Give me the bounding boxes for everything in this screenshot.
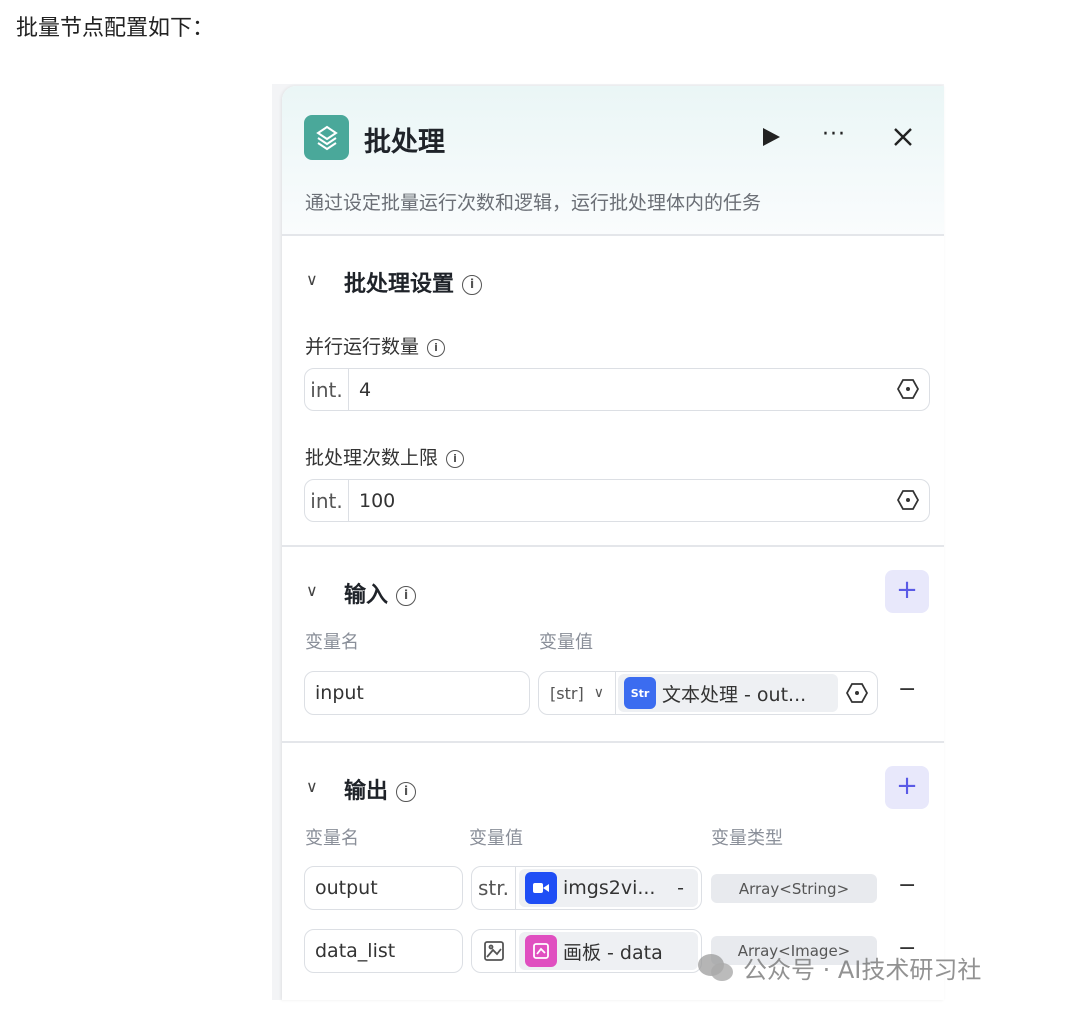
layers-icon [304,115,349,160]
info-icon[interactable]: i [427,338,446,357]
source-chip[interactable]: imgs2vi... - [519,869,698,907]
type-label: [str] [550,683,584,703]
output-title: 输出 [344,779,389,804]
info-icon[interactable]: i [446,449,465,468]
limit-label: 批处理次数上限 i [305,443,465,470]
divider [282,741,944,743]
output-section-title[interactable]: 输出 i [344,773,417,805]
chevron-down-icon[interactable]: ∨ [306,581,318,600]
output-name-field[interactable]: output [304,866,463,910]
parallel-count-input[interactable]: int. 4 [304,368,930,411]
limit-value[interactable]: 100 [349,480,897,521]
input-section-title[interactable]: 输入 i [344,577,417,609]
input-name-field[interactable]: input [304,671,530,715]
source-label: imgs2vi... [563,877,656,899]
wechat-icon [698,953,733,981]
source-suffix: - [677,877,684,899]
parallel-value[interactable]: 4 [349,369,897,410]
output-value-field[interactable]: str. imgs2vi... - [471,866,702,910]
add-output-button[interactable]: + [885,766,929,809]
settings-title: 批处理设置 [344,272,455,297]
type-prefix: int. [305,480,349,521]
limit-label-text: 批处理次数上限 [305,447,439,469]
plugin-icon: Str [624,677,656,709]
batch-limit-input[interactable]: int. 100 [304,479,930,522]
variable-hex-icon[interactable] [846,682,868,704]
divider [282,545,944,547]
output-name-field[interactable]: data_list [304,929,463,973]
variable-hex-icon[interactable] [897,378,919,400]
info-icon[interactable]: i [396,586,417,606]
video-icon [525,872,557,904]
parallel-label-text: 并行运行数量 [305,336,420,358]
input-title: 输入 [344,583,389,608]
settings-section-title[interactable]: 批处理设置 i [344,266,483,298]
variable-hex-icon[interactable] [897,489,919,511]
column-header-name: 变量名 [305,828,359,849]
image-type-icon [472,930,516,972]
chevron-down-icon: ∨ [593,685,604,701]
variable-type-badge: Array<String> [711,874,877,903]
intro-text: 批量节点配置如下： [16,16,215,41]
watermark: 公众号 · AI技术研习社 [697,950,981,985]
remove-output-button[interactable]: − [898,873,916,898]
source-label: 画板 - data [563,941,663,964]
source-chip[interactable]: 画板 - data [519,932,698,970]
column-header-value: 变量值 [539,632,593,653]
panel-title: 批处理 [364,127,445,158]
column-header-value: 变量值 [469,828,523,849]
type-prefix: int. [305,369,349,410]
canvas-icon [525,935,557,967]
add-input-button[interactable]: + [885,570,929,613]
type-select[interactable]: [str] ∨ [539,672,616,714]
column-header-type: 变量类型 [711,828,783,849]
type-prefix: str. [472,867,516,909]
parallel-label: 并行运行数量 i [305,332,446,359]
watermark-text: 公众号 · AI技术研习社 [743,956,982,984]
divider [282,234,944,236]
source-chip[interactable]: Str 文本处理 - out... [618,674,838,712]
info-icon[interactable]: i [396,782,417,802]
output-value-field[interactable]: 画板 - data [471,929,702,973]
close-icon[interactable] [892,126,914,152]
play-icon[interactable] [760,126,782,152]
column-header-name: 变量名 [305,632,359,653]
info-icon[interactable]: i [462,275,483,295]
more-icon[interactable]: ··· [822,122,846,147]
chevron-down-icon[interactable]: ∨ [306,777,318,796]
remove-input-button[interactable]: − [898,677,916,702]
chevron-down-icon[interactable]: ∨ [306,270,318,289]
input-value-field[interactable]: [str] ∨ Str 文本处理 - out... [538,671,878,715]
source-label: 文本处理 - out... [662,683,807,706]
panel-description: 通过设定批量运行次数和逻辑，运行批处理体内的任务 [305,192,762,214]
